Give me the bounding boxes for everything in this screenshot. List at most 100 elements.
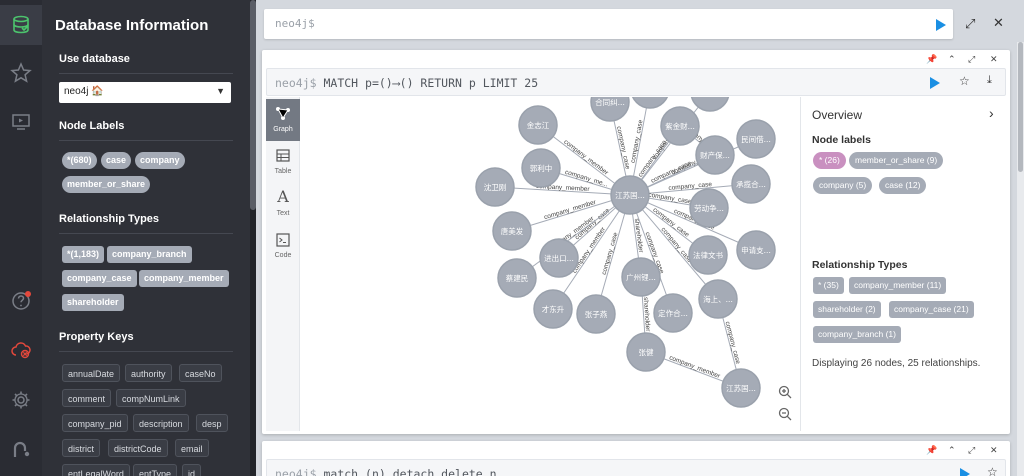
property-key-tag[interactable]: description — [133, 414, 189, 432]
query-bar[interactable]: neo4j$ match (n) detach delete n ☆ — [266, 459, 1006, 476]
settings-gear-icon[interactable] — [0, 380, 42, 420]
query-bar[interactable]: neo4j$ MATCH p=()⟶() RETURN p LIMIT 25 ☆… — [266, 68, 1006, 96]
property-key-tag[interactable]: districtCode — [108, 439, 168, 457]
favorite-star-icon[interactable]: ☆ — [987, 465, 998, 476]
download-icon[interactable]: ⤓ — [987, 74, 992, 87]
node-caption: 江苏国... — [726, 383, 756, 393]
property-key-tag[interactable]: authority — [125, 364, 172, 382]
node-label-tag[interactable]: member_or_share — [62, 176, 151, 193]
property-key-tag[interactable]: compNumLink — [116, 389, 186, 407]
property-key-tag[interactable]: id — [182, 464, 202, 476]
graph-node[interactable]: 才东升 — [533, 289, 573, 329]
guides-monitor-icon[interactable] — [0, 102, 42, 142]
run-play-icon[interactable] — [959, 468, 971, 476]
node-label-tag[interactable]: *(680) — [62, 152, 97, 169]
overview-rel-type-tag[interactable]: * (35) — [813, 277, 844, 294]
property-key-tag[interactable]: caseNo — [179, 364, 222, 382]
close-frame-icon[interactable]: ✕ — [990, 54, 998, 65]
pin-icon[interactable]: 📌 — [926, 54, 937, 65]
graph-node[interactable]: 唐美发 — [492, 211, 532, 251]
favorite-star-icon[interactable]: ☆ — [959, 74, 970, 88]
drawer-scrollbar[interactable] — [250, 0, 256, 476]
zoom-in-icon[interactable] — [777, 384, 793, 400]
overview-rel-type-tag[interactable]: company_case (21) — [889, 301, 974, 318]
graph-canvas[interactable]: company_member company_me... company_membe… — [300, 97, 800, 431]
node-label-tag[interactable]: company — [135, 152, 185, 169]
fullscreen-expand-icon[interactable]: ⤢ — [968, 445, 975, 456]
graph-node[interactable]: 张健 — [626, 332, 666, 372]
property-key-tag[interactable]: annualDate — [62, 364, 121, 382]
relationship-type-tag[interactable]: shareholder — [62, 294, 124, 311]
tab-text[interactable]: A Text — [266, 183, 300, 225]
node-circle[interactable] — [631, 97, 669, 109]
tab-table[interactable]: Table — [266, 141, 300, 183]
overview-node-label-tag[interactable]: case (12) — [879, 177, 927, 194]
main-editor[interactable]: neo4j$ — [264, 9, 953, 39]
zoom-controls — [771, 380, 801, 432]
tab-code[interactable]: Code — [266, 225, 300, 267]
property-key-tag[interactable]: email — [175, 439, 209, 457]
graph-node[interactable]: 法律文书 — [688, 235, 728, 275]
graph-node[interactable]: 劳动争... — [689, 188, 729, 228]
property-key-tag[interactable]: district — [62, 439, 101, 457]
property-key-tag[interactable]: company_pid — [62, 414, 128, 432]
overview-node-label-tag[interactable]: company (5) — [813, 177, 873, 194]
overview-rel-type-tag[interactable]: company_branch (1) — [813, 326, 901, 343]
graph-node[interactable]: 江苏国... — [610, 175, 650, 215]
graph-node[interactable]: 海上、... — [698, 279, 738, 319]
collapse-chevron-up-icon[interactable]: ⌃ — [948, 54, 956, 65]
property-key-tag[interactable]: desp — [196, 414, 228, 432]
graph-svg[interactable]: company_membercompany_me...company_membe… — [300, 97, 800, 431]
graph-node[interactable]: 蔡建民 — [497, 258, 537, 298]
graph-node[interactable] — [631, 97, 669, 109]
relationship-type-tag[interactable]: company_case — [62, 270, 137, 287]
node-caption: 海上、... — [703, 294, 733, 304]
run-play-icon[interactable] — [929, 77, 941, 89]
close-frame-icon[interactable]: ✕ — [990, 445, 998, 456]
overview-node-label-tag[interactable]: member_or_share (9) — [849, 152, 944, 169]
fullscreen-expand-icon[interactable]: ⤢ — [968, 54, 975, 65]
overview-node-label-tag[interactable]: * (26) — [813, 152, 846, 169]
graph-node[interactable]: 郭利中 — [521, 148, 561, 188]
cloud-disconnected-icon[interactable] — [0, 330, 42, 370]
graph-node[interactable]: 广州锂... — [621, 257, 661, 297]
graph-node[interactable]: 承揽合... — [731, 164, 771, 204]
graph-node[interactable]: 定作合... — [653, 293, 693, 333]
graph-node[interactable]: 张子燕 — [576, 294, 616, 334]
run-play-icon[interactable] — [935, 19, 947, 31]
divider — [59, 351, 233, 352]
close-icon[interactable]: ✕ — [993, 15, 1004, 31]
favorites-star-icon[interactable] — [0, 53, 42, 93]
property-key-tag[interactable]: comment — [62, 389, 112, 407]
relationship-type-tag[interactable]: *(1,183) — [62, 246, 105, 263]
overview-rel-type-tag[interactable]: shareholder (2) — [813, 301, 881, 318]
collapse-chevron-up-icon[interactable]: ⌃ — [948, 445, 956, 456]
graph-node[interactable]: 金志江 — [518, 105, 558, 145]
graph-node[interactable]: 申请支... — [736, 230, 776, 270]
graph-node[interactable]: 紫金财... — [660, 106, 700, 146]
main-scrollbar[interactable] — [1017, 42, 1024, 476]
relationship-label: shareholder — [642, 297, 651, 333]
fullscreen-expand-icon[interactable]: ⤢ — [965, 16, 975, 32]
help-icon[interactable] — [0, 281, 42, 321]
node-label-tag[interactable]: case — [101, 152, 132, 169]
tab-graph[interactable]: Graph — [266, 99, 300, 141]
chevron-right-icon[interactable]: › — [989, 105, 994, 121]
graph-node[interactable]: 民间借... — [736, 119, 776, 159]
graph-node[interactable]: 合同纠... — [590, 97, 630, 122]
editor-prompt: neo4j$ — [275, 17, 315, 30]
property-key-tag[interactable]: entLegalWord — [62, 464, 130, 476]
zoom-out-icon[interactable] — [777, 406, 793, 422]
pin-icon[interactable]: 📌 — [926, 445, 937, 456]
relationship-type-tag[interactable]: company_branch — [107, 246, 192, 263]
database-icon[interactable] — [0, 5, 42, 45]
graph-node[interactable]: 财产保... — [695, 135, 735, 175]
database-select[interactable]: neo4j 🏠 ▼ — [59, 82, 231, 103]
relationship-type-tag[interactable]: company_member — [139, 270, 229, 287]
graph-node[interactable]: 进出口... — [539, 238, 579, 278]
graph-node[interactable]: 沈卫刚 — [475, 167, 515, 207]
overview-rel-type-tag[interactable]: company_member (11) — [849, 277, 947, 294]
graph-node[interactable]: 江苏国... — [721, 368, 761, 408]
property-key-tag[interactable]: entType — [133, 464, 178, 476]
neo4j-logo-icon[interactable] — [0, 430, 42, 470]
